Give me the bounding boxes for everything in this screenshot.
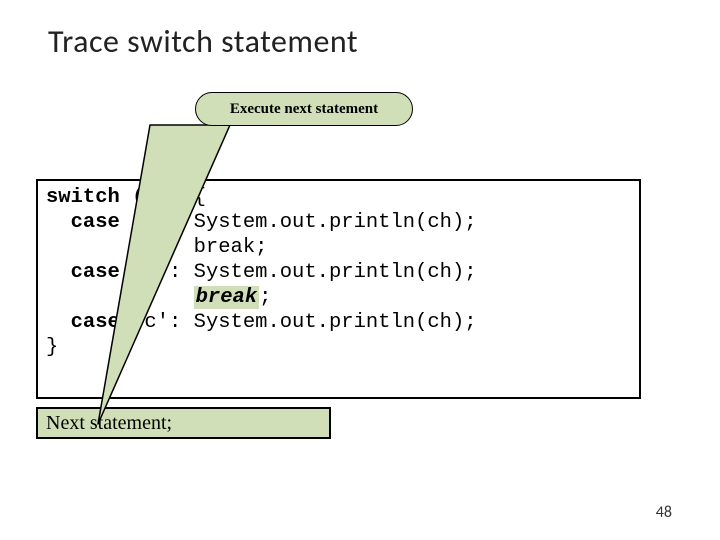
slide: Trace switch statement Execute next stat… (0, 0, 720, 540)
kw-switch: switch (46, 186, 120, 209)
next-statement-box: Next statement; (36, 407, 331, 439)
kw-case-a: case (71, 211, 120, 234)
highlighted-break: break (194, 286, 260, 309)
callout-text: Execute next statement (230, 101, 378, 118)
slide-title: Trace switch statement (48, 22, 358, 61)
kw-case-b: case (71, 261, 120, 284)
page-number: 48 (656, 503, 672, 522)
kw-case-c: case (71, 311, 120, 334)
next-statement-text: Next statement; (46, 412, 172, 435)
code-block: switch (ch) { case 'a': System.out.print… (36, 179, 641, 399)
callout-bubble: Execute next statement (195, 92, 413, 126)
